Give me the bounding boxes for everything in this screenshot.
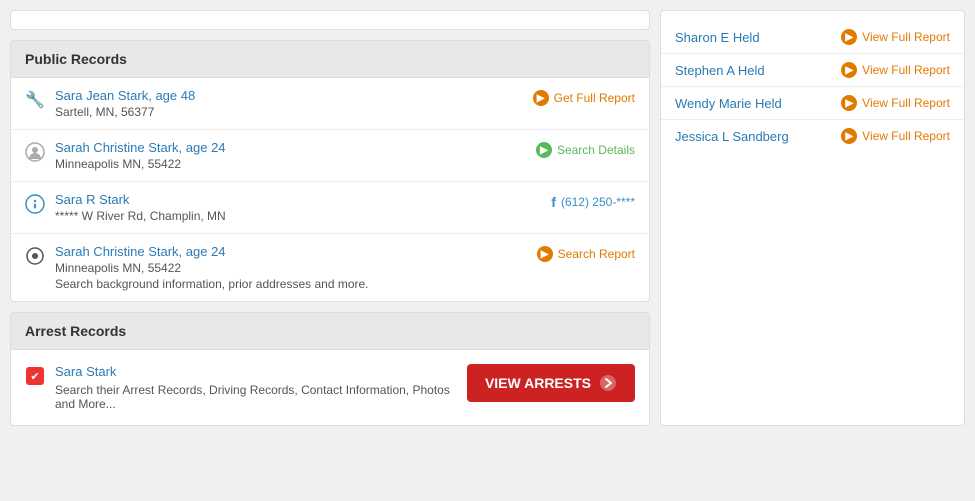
action-label-0[interactable]: Get Full Report	[554, 91, 635, 105]
record-content-0: Sara Jean Stark, age 48 Sartell, MN, 563…	[55, 88, 523, 119]
record-item-0: 🔧 Sara Jean Stark, age 48 Sartell, MN, 5…	[11, 78, 649, 130]
right-row-0: Sharon E Held ▶ View Full Report	[661, 21, 964, 54]
right-action-label-3[interactable]: View Full Report	[862, 129, 950, 143]
right-action-label-0[interactable]: View Full Report	[862, 30, 950, 44]
record-content-1: Sarah Christine Stark, age 24 Minneapoli…	[55, 140, 526, 171]
info-icon	[25, 194, 45, 214]
right-action-icon-0: ▶	[841, 29, 857, 45]
record-name-0[interactable]: Sara Jean Stark, age 48	[55, 88, 195, 103]
action-label-1[interactable]: Search Details	[557, 143, 635, 157]
right-action-0[interactable]: ▶ View Full Report	[841, 29, 950, 45]
record-action-3[interactable]: ▶ Search Report	[537, 246, 635, 262]
record-action-2[interactable]: f (612) 250-****	[551, 194, 635, 210]
left-panel: Public Records 🔧 Sara Jean Stark, age 48…	[10, 10, 650, 426]
view-arrests-label: VIEW ARRESTS	[485, 375, 591, 391]
right-action-1[interactable]: ▶ View Full Report	[841, 62, 950, 78]
record-address-3: Minneapolis MN, 55422	[55, 261, 527, 275]
record-action-0[interactable]: ▶ Get Full Report	[533, 90, 635, 106]
record-address-2: ***** W River Rd, Champlin, MN	[55, 209, 541, 223]
fb-icon: f	[551, 194, 556, 210]
right-row-2: Wendy Marie Held ▶ View Full Report	[661, 87, 964, 120]
action-label-3[interactable]: Search Report	[558, 247, 635, 261]
action-icon-3: ▶	[537, 246, 553, 262]
right-action-label-2[interactable]: View Full Report	[862, 96, 950, 110]
right-name-3[interactable]: Jessica L Sandberg	[675, 129, 789, 144]
right-name-0[interactable]: Sharon E Held	[675, 30, 760, 45]
right-name-2[interactable]: Wendy Marie Held	[675, 96, 782, 111]
record-name-2[interactable]: Sara R Stark	[55, 192, 129, 207]
right-panel: Sharon E Held ▶ View Full Report Stephen…	[660, 10, 965, 426]
view-arrests-button[interactable]: VIEW ARRESTS	[467, 364, 635, 402]
record-item-1: Sarah Christine Stark, age 24 Minneapoli…	[11, 130, 649, 182]
arrow-right-icon	[599, 374, 617, 392]
public-records-header: Public Records	[11, 41, 649, 78]
arrest-records-section: Arrest Records ✔ Sara Stark Search their…	[10, 312, 650, 426]
arrest-name[interactable]: Sara Stark	[55, 364, 116, 379]
arrest-checkbox-icon: ✔	[25, 366, 45, 386]
right-name-1[interactable]: Stephen A Held	[675, 63, 765, 78]
right-action-label-1[interactable]: View Full Report	[862, 63, 950, 77]
arrests-content: ✔ Sara Stark Search their Arrest Records…	[11, 350, 649, 425]
record-action-1[interactable]: ▶ Search Details	[536, 142, 635, 158]
action-icon-0: ▶	[533, 90, 549, 106]
radio-icon	[25, 246, 45, 266]
public-records-section: Public Records 🔧 Sara Jean Stark, age 48…	[10, 40, 650, 302]
record-item-3: Sarah Christine Stark, age 24 Minneapoli…	[11, 234, 649, 301]
right-action-3[interactable]: ▶ View Full Report	[841, 128, 950, 144]
top-bar	[10, 10, 650, 30]
record-address-0: Sartell, MN, 56377	[55, 105, 523, 119]
record-name-3[interactable]: Sarah Christine Stark, age 24	[55, 244, 226, 259]
action-label-2[interactable]: (612) 250-****	[561, 195, 635, 209]
arrests-description: Search their Arrest Records, Driving Rec…	[55, 383, 457, 411]
right-action-icon-1: ▶	[841, 62, 857, 78]
record-name-1[interactable]: Sarah Christine Stark, age 24	[55, 140, 226, 155]
right-action-icon-2: ▶	[841, 95, 857, 111]
person-icon	[25, 142, 45, 162]
record-address-1: Minneapolis MN, 55422	[55, 157, 526, 171]
right-row-3: Jessica L Sandberg ▶ View Full Report	[661, 120, 964, 152]
arrest-records-header: Arrest Records	[11, 313, 649, 350]
arrests-text: Sara Stark Search their Arrest Records, …	[55, 364, 457, 411]
wrench-icon: 🔧	[25, 90, 45, 110]
action-icon-1: ▶	[536, 142, 552, 158]
right-action-icon-3: ▶	[841, 128, 857, 144]
record-content-2: Sara R Stark ***** W River Rd, Champlin,…	[55, 192, 541, 223]
record-item-2: Sara R Stark ***** W River Rd, Champlin,…	[11, 182, 649, 234]
record-content-3: Sarah Christine Stark, age 24 Minneapoli…	[55, 244, 527, 291]
right-action-2[interactable]: ▶ View Full Report	[841, 95, 950, 111]
right-row-1: Stephen A Held ▶ View Full Report	[661, 54, 964, 87]
record-description-3: Search background information, prior add…	[55, 277, 527, 291]
